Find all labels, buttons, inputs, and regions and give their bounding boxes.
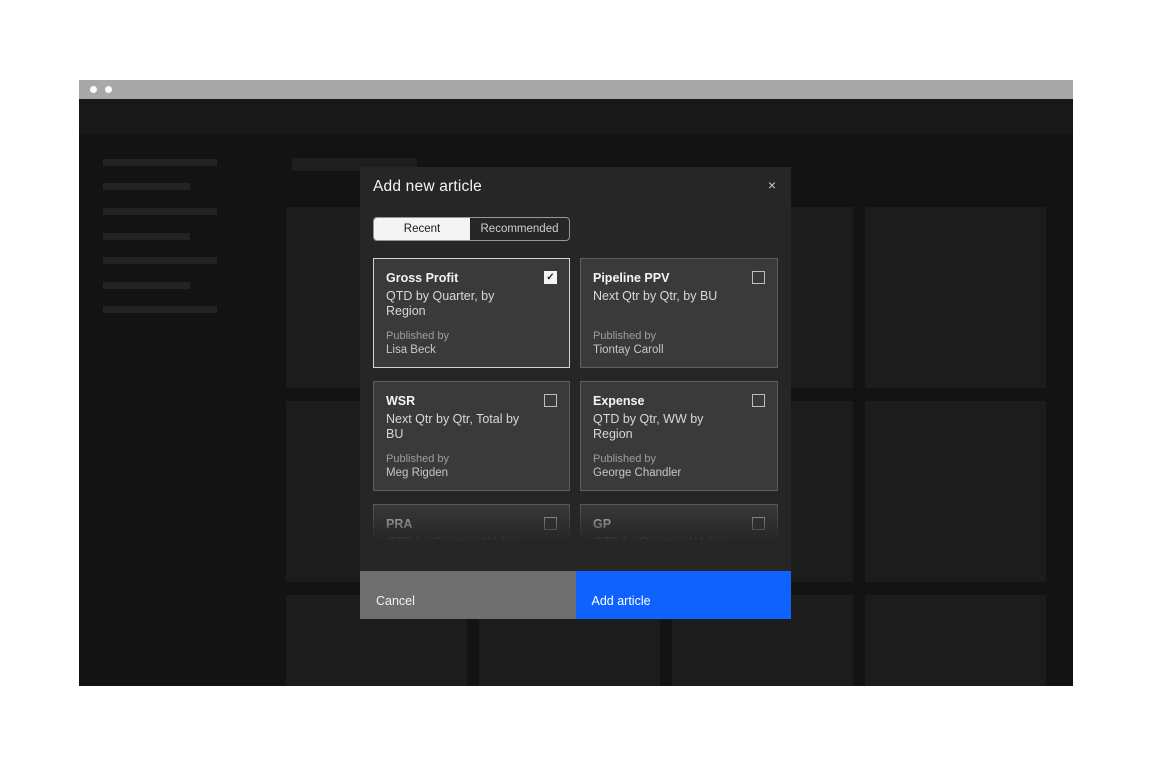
- article-grid: Gross Profit QTD by Quarter, by Region ✓…: [373, 258, 778, 552]
- skeleton-text-line: [103, 233, 190, 240]
- publisher-name: Tiontay Caroll: [593, 344, 664, 357]
- skeleton-text-line: [103, 183, 190, 190]
- skeleton-text-line: [103, 306, 217, 313]
- article-list-viewport: Gross Profit QTD by Quarter, by Region ✓…: [373, 258, 778, 552]
- checkbox-icon[interactable]: ✓: [544, 271, 557, 284]
- article-card-wsr[interactable]: WSR Next Qtr by Qtr, Total by BU Publish…: [373, 381, 570, 491]
- add-article-button[interactable]: Add article: [576, 571, 792, 619]
- article-card-pipeline-ppv[interactable]: Pipeline PPV Next Qtr by Qtr, by BU Publ…: [580, 258, 778, 368]
- published-block: Published by Tiontay Caroll: [593, 330, 664, 357]
- background-tile: [865, 207, 1046, 388]
- published-block: Published by Lisa Beck: [386, 330, 449, 357]
- checkbox-icon[interactable]: [752, 394, 765, 407]
- article-title: Pipeline PPV: [593, 271, 765, 286]
- background-tile: [865, 401, 1046, 582]
- app-header-bar: [79, 99, 1073, 135]
- published-by-label: Published by: [593, 330, 664, 343]
- window-control-dot[interactable]: [105, 86, 112, 93]
- skeleton-text-line: [103, 159, 217, 166]
- checkbox-icon[interactable]: [752, 271, 765, 284]
- article-subtitle: QTD by Quarter, NA by BU: [593, 535, 765, 552]
- skeleton-text-line: [103, 282, 190, 289]
- article-subtitle: QTD by Quarter, by Region: [386, 289, 557, 319]
- checkbox-icon[interactable]: [752, 517, 765, 530]
- publisher-name: George Chandler: [593, 467, 681, 480]
- publisher-name: Meg Rigden: [386, 467, 449, 480]
- article-subtitle: QTD by Quarter, NA by Market: [386, 535, 557, 552]
- published-block: Published by Meg Rigden: [386, 453, 449, 480]
- article-subtitle: Next Qtr by Qtr, Total by BU: [386, 412, 557, 442]
- skeleton-text-line: [103, 257, 217, 264]
- article-card-gross-profit[interactable]: Gross Profit QTD by Quarter, by Region ✓…: [373, 258, 570, 368]
- window-control-dot[interactable]: [90, 86, 97, 93]
- article-title: Expense: [593, 394, 765, 409]
- background-tile: [865, 595, 1046, 686]
- checkbox-icon[interactable]: [544, 394, 557, 407]
- close-icon[interactable]: ×: [758, 171, 786, 199]
- article-subtitle: Next Qtr by Qtr, by BU: [593, 289, 765, 304]
- article-card-pra[interactable]: PRA QTD by Quarter, NA by Market: [373, 504, 570, 552]
- article-title: PRA: [386, 517, 557, 532]
- content-switcher: Recent Recommended: [373, 217, 570, 241]
- article-card-expense[interactable]: Expense QTD by Qtr, WW by Region Publish…: [580, 381, 778, 491]
- skeleton-text-line: [103, 208, 217, 215]
- add-article-modal: Add new article × Recent Recommended Gro…: [360, 167, 791, 619]
- published-by-label: Published by: [386, 453, 449, 466]
- modal-footer: Cancel Add article: [360, 571, 791, 619]
- article-card-gp[interactable]: GP QTD by Quarter, NA by BU: [580, 504, 778, 552]
- tab-recent[interactable]: Recent: [374, 218, 470, 240]
- article-subtitle: QTD by Qtr, WW by Region: [593, 412, 765, 442]
- published-block: Published by George Chandler: [593, 453, 681, 480]
- cancel-button[interactable]: Cancel: [360, 571, 576, 619]
- article-title: WSR: [386, 394, 557, 409]
- checkbox-icon[interactable]: [544, 517, 557, 530]
- published-by-label: Published by: [593, 453, 681, 466]
- article-title: GP: [593, 517, 765, 532]
- publisher-name: Lisa Beck: [386, 344, 449, 357]
- modal-title: Add new article: [373, 178, 482, 196]
- window-titlebar: [79, 80, 1073, 99]
- published-by-label: Published by: [386, 330, 449, 343]
- article-title: Gross Profit: [386, 271, 557, 286]
- tab-recommended[interactable]: Recommended: [470, 218, 569, 240]
